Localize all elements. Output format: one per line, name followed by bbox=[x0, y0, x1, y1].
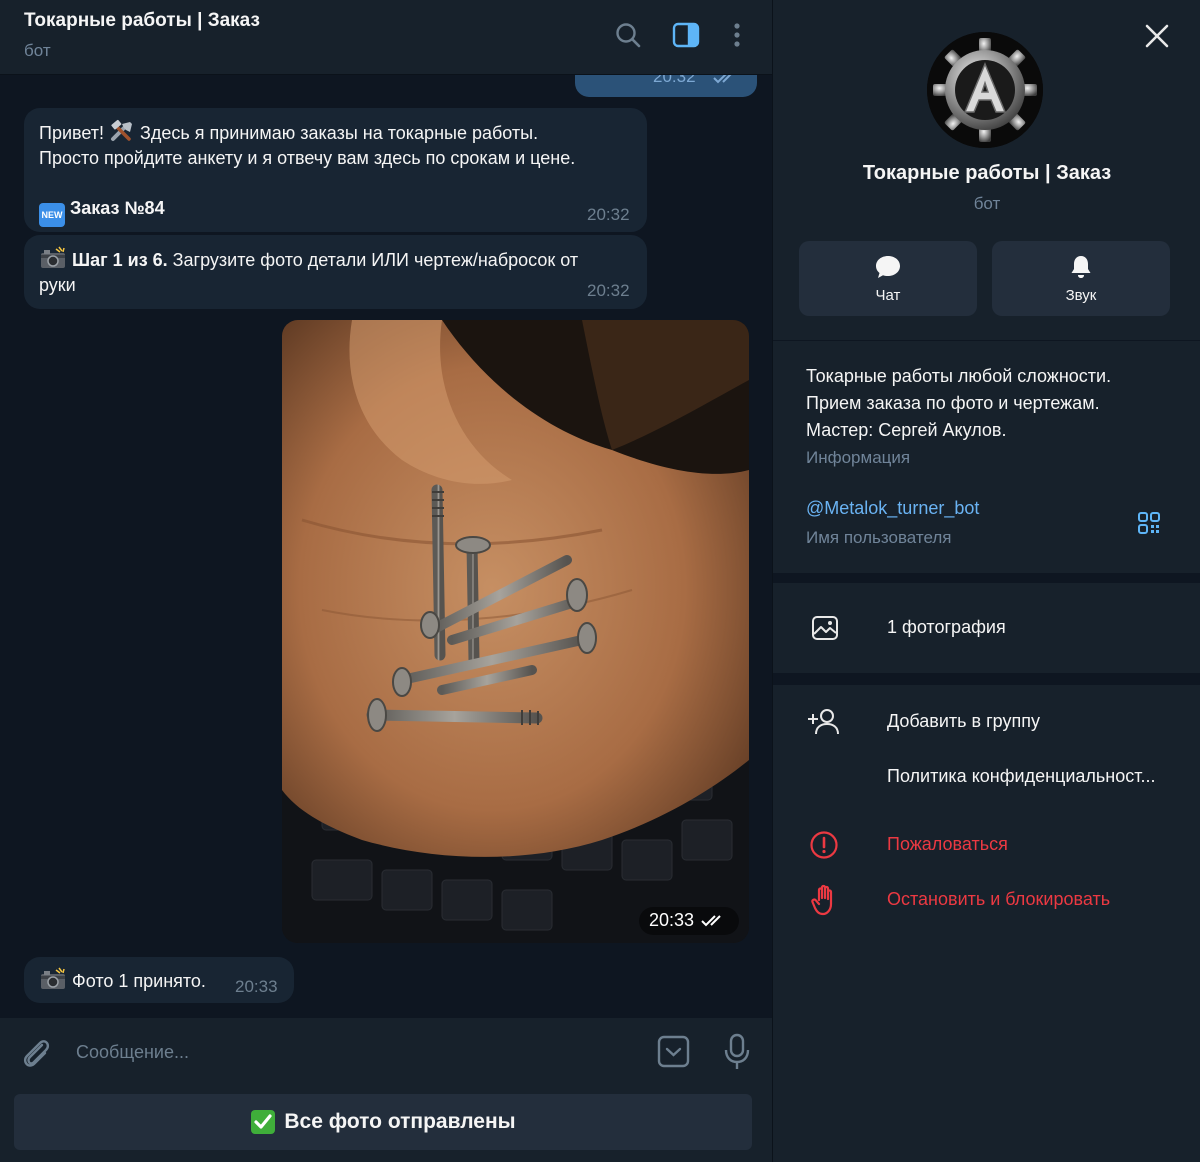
profile-panel: Токарные работы | Заказ бот Чат Звук Ток… bbox=[772, 0, 1200, 1162]
photo-time-badge: 20:33 bbox=[639, 907, 739, 935]
message-composer bbox=[0, 1018, 772, 1086]
report-label: Пожаловаться bbox=[887, 834, 1008, 854]
bot-keyboard-icon[interactable] bbox=[657, 1035, 690, 1068]
action-label: Чат bbox=[875, 287, 901, 304]
sidebar-toggle-icon[interactable] bbox=[671, 20, 701, 50]
privacy-policy-row[interactable]: Политика конфиденциальност... bbox=[773, 752, 1200, 804]
message-step[interactable]: Шаг 1 из 6. Загрузите фото детали ИЛИ че… bbox=[24, 235, 647, 309]
message-line: руки bbox=[39, 275, 76, 295]
chat-header: Токарные работы | Заказ бот bbox=[0, 0, 772, 75]
photo-image bbox=[282, 320, 749, 943]
chat-action-button[interactable]: Чат bbox=[799, 241, 977, 316]
camera-flash-emoji-icon bbox=[41, 246, 65, 268]
actions-section: Добавить в группу Политика конфиденциаль… bbox=[773, 685, 1200, 1162]
check-mark-emoji-icon bbox=[251, 1110, 276, 1134]
more-vertical-icon[interactable] bbox=[722, 20, 752, 50]
message-time: 20:32 bbox=[587, 281, 630, 300]
bot-description: Токарные работы любой сложности. Прием з… bbox=[806, 366, 1112, 440]
add-to-group-label: Добавить в группу bbox=[887, 711, 1040, 731]
hand-stop-icon bbox=[811, 884, 833, 916]
message-input[interactable] bbox=[62, 1034, 622, 1070]
username-link[interactable]: @Metalok_turner_bot bbox=[806, 498, 979, 519]
message-time: 20:32 bbox=[587, 205, 630, 224]
alert-circle-icon bbox=[810, 831, 838, 859]
photo-icon bbox=[812, 616, 838, 640]
chat-status: бот bbox=[24, 41, 51, 60]
close-icon[interactable] bbox=[1143, 22, 1171, 50]
action-label: Звук bbox=[1065, 287, 1097, 304]
block-label: Остановить и блокировать bbox=[887, 889, 1111, 909]
photos-count: 1 фотография bbox=[887, 617, 1006, 637]
message-list[interactable]: 20:32 Привет! Здесь я принимаю заказы на… bbox=[0, 75, 772, 1018]
double-check-icon bbox=[713, 75, 732, 84]
message-greeting[interactable]: Привет! Здесь я принимаю заказы на токар… bbox=[24, 108, 647, 232]
report-row[interactable]: Пожаловаться bbox=[773, 819, 1200, 871]
double-check-icon bbox=[701, 915, 721, 927]
profile-details: Токарные работы любой сложности. Прием з… bbox=[773, 341, 1200, 573]
sound-action-button[interactable]: Звук bbox=[992, 241, 1170, 316]
message-time: 20:32 bbox=[653, 75, 696, 86]
search-icon[interactable] bbox=[613, 20, 643, 50]
chat-panel: 20:32 Привет! Здесь я принимаю заказы на… bbox=[0, 0, 772, 1162]
description-caption: Информация bbox=[806, 448, 911, 467]
avatar[interactable] bbox=[927, 32, 1043, 148]
photo-message[interactable]: 20:33 bbox=[282, 320, 749, 943]
message-time: 20:33 bbox=[649, 910, 695, 930]
keyboard-button-label: Все фото отправлены bbox=[284, 1110, 516, 1133]
tools-emoji-icon bbox=[111, 119, 133, 141]
order-line: NEW Заказ №84 bbox=[39, 195, 165, 227]
privacy-policy-label: Политика конфиденциальност... bbox=[887, 766, 1156, 786]
gear-logo-icon bbox=[927, 32, 1043, 148]
message-line: Просто пройдите анкету и я отвечу вам зд… bbox=[39, 148, 576, 168]
message-line: Шаг 1 из 6. Загрузите фото детали ИЛИ че… bbox=[39, 246, 578, 273]
message-accepted[interactable]: Фото 1 принято. 20:33 bbox=[24, 957, 294, 1003]
add-user-icon bbox=[808, 709, 839, 735]
outgoing-message[interactable]: 20:32 bbox=[575, 75, 757, 97]
bot-keyboard: Все фото отправлены bbox=[0, 1086, 772, 1162]
bell-icon bbox=[1071, 256, 1091, 278]
chat-bubble-icon bbox=[876, 256, 900, 278]
new-badge-icon: NEW bbox=[39, 203, 65, 227]
profile-header: Токарные работы | Заказ бот Чат Звук bbox=[773, 0, 1200, 340]
camera-flash-emoji-icon bbox=[41, 967, 65, 989]
add-to-group-row[interactable]: Добавить в группу bbox=[773, 697, 1200, 749]
message-line: Привет! Здесь я принимаю заказы на токар… bbox=[39, 119, 538, 146]
block-row[interactable]: Остановить и блокировать bbox=[773, 874, 1200, 926]
profile-status: бот bbox=[973, 194, 1001, 213]
microphone-icon[interactable] bbox=[723, 1033, 751, 1071]
username-caption: Имя пользователя bbox=[806, 528, 952, 547]
photos-row[interactable]: 1 фотография bbox=[773, 583, 1200, 673]
message-time: 20:33 bbox=[235, 977, 278, 996]
message-line: Фото 1 принято. bbox=[39, 967, 206, 994]
qr-code-icon[interactable] bbox=[1137, 511, 1161, 535]
profile-name: Токарные работы | Заказ bbox=[862, 162, 1112, 184]
media-section: 1 фотография bbox=[773, 583, 1200, 673]
attach-icon[interactable] bbox=[20, 1036, 52, 1070]
chat-title[interactable]: Токарные работы | Заказ bbox=[24, 10, 260, 32]
all-photos-sent-button[interactable]: Все фото отправлены bbox=[14, 1094, 752, 1150]
